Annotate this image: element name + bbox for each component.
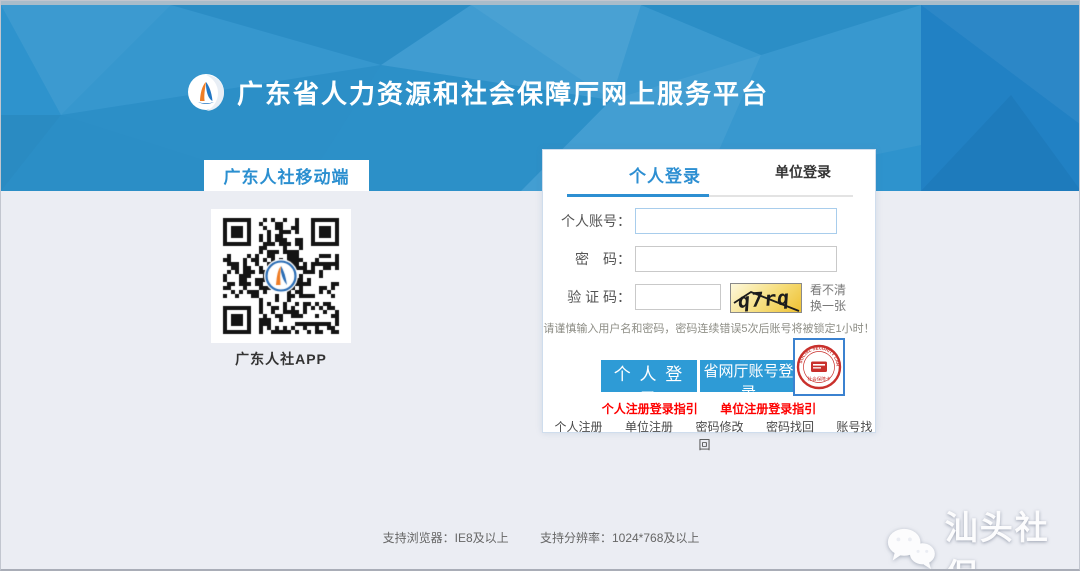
- captcha-strike-line: [731, 284, 802, 313]
- account-input[interactable]: [635, 208, 837, 234]
- active-tab-indicator: [567, 194, 709, 197]
- personal-register-link[interactable]: 个人注册: [555, 420, 603, 434]
- password-recover-link[interactable]: 密码找回: [766, 420, 814, 434]
- captcha-refresh-link[interactable]: 看不清 换一张: [810, 282, 846, 314]
- account-row: 个人账号：: [543, 208, 875, 234]
- password-row: 密 码：: [543, 246, 875, 272]
- browser-support-note: 支持浏览器：IE8及以上: [383, 531, 509, 545]
- qr-caption: 广东人社APP: [211, 349, 351, 369]
- seal-label: 社会保障卡: [808, 376, 831, 383]
- captcha-refresh-line1[interactable]: 看不清: [810, 282, 846, 298]
- app-qr-code: [211, 209, 351, 343]
- captcha-refresh-line2[interactable]: 换一张: [810, 298, 846, 314]
- password-input[interactable]: [635, 246, 837, 272]
- password-change-link[interactable]: 密码修改: [695, 420, 743, 434]
- login-tabs: 个人登录 单位登录: [543, 150, 875, 196]
- page-title: 广东省人力资源和社会保障厅网上服务平台: [237, 74, 769, 111]
- unit-register-link[interactable]: 单位注册: [625, 420, 673, 434]
- login-page: 广东省人力资源和社会保障厅网上服务平台 广东人社移动端 广东人社APP 个人登录…: [0, 0, 1080, 571]
- password-label: 密 码：: [543, 249, 631, 269]
- resolution-support-note: 支持分辨率：1024*768及以上: [540, 531, 699, 545]
- captcha-image[interactable]: q7rq: [730, 283, 802, 313]
- account-service-links: 个人注册 单位注册 密码修改 密码找回 账号找回: [543, 418, 875, 454]
- login-panel: 个人登录 单位登录 个人账号： 密 码： 验 证 码： q7rq 看不清 换一张: [542, 149, 876, 433]
- tab-personal-login[interactable]: 个人登录: [605, 162, 725, 187]
- tab-unit-login[interactable]: 单位登录: [753, 162, 853, 182]
- qr-code-canvas: [221, 216, 341, 336]
- account-label: 个人账号：: [543, 211, 631, 231]
- brand: 广东省人力资源和社会保障厅网上服务平台: [187, 73, 769, 111]
- captcha-label: 验 证 码：: [543, 287, 631, 307]
- unit-register-guide-link[interactable]: 单位注册登录指引: [720, 402, 816, 416]
- wechat-icon: [885, 525, 937, 571]
- mobile-panel-label: 广东人社移动端: [204, 160, 369, 191]
- provincial-account-login-button[interactable]: 省网厅账号登录: [700, 360, 797, 392]
- gdhrss-emblem-icon: [187, 73, 225, 111]
- guide-links: 个人注册登录指引 单位注册登录指引: [543, 400, 875, 418]
- watermark-text: 汕头社保: [945, 501, 1079, 571]
- personal-login-button[interactable]: 个 人 登 录: [601, 360, 697, 392]
- watermark: 汕头社保: [885, 501, 1079, 571]
- page-header: 广东省人力资源和社会保障厅网上服务平台: [1, 5, 1080, 191]
- social-security-card-seal: SOCIAL SECURITY CARD 社会保障卡: [793, 338, 845, 396]
- captcha-input[interactable]: [635, 284, 721, 310]
- lockout-warning: 请谨慎输入用户名和密码，密码连续错误5次后账号将被锁定1小时！: [543, 320, 875, 336]
- personal-register-guide-link[interactable]: 个人注册登录指引: [602, 402, 698, 416]
